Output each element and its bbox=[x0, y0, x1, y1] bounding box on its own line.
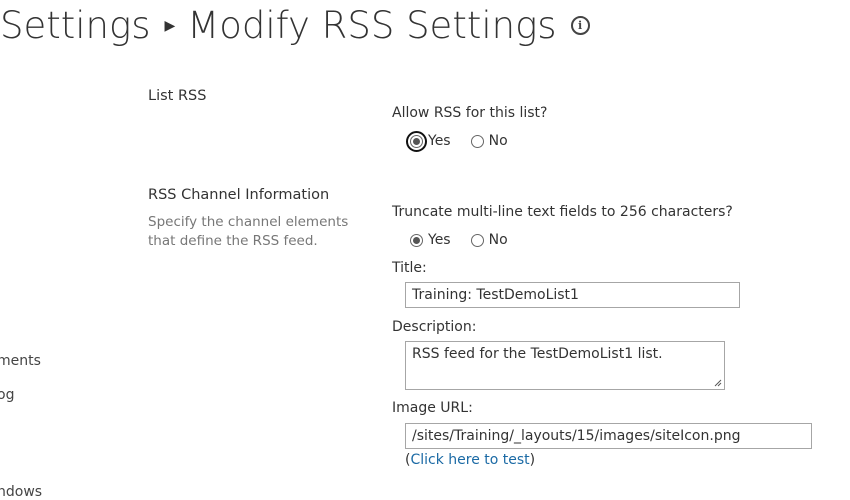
breadcrumb-parent[interactable]: Settings bbox=[0, 4, 150, 47]
truncate-no-label[interactable]: No bbox=[489, 232, 508, 248]
leftnav-item-3[interactable]: ndows bbox=[0, 484, 42, 500]
info-icon[interactable]: i bbox=[570, 16, 590, 35]
test-link-close-paren: ) bbox=[529, 452, 536, 468]
page-title: Modify RSS Settings bbox=[187, 4, 557, 47]
test-image-link[interactable]: Click here to test bbox=[410, 452, 529, 468]
description-label: Description: bbox=[392, 319, 477, 335]
allow-rss-radio-group: Yes No bbox=[406, 130, 528, 152]
test-link-line: (Click here to test) bbox=[405, 452, 535, 468]
allow-rss-no-label[interactable]: No bbox=[489, 133, 508, 149]
leftnav-item-1[interactable]: ments bbox=[0, 353, 41, 369]
truncate-yes-label[interactable]: Yes bbox=[428, 232, 451, 248]
title-input[interactable]: Training: TestDemoList1 bbox=[405, 282, 740, 308]
resize-grip-icon[interactable] bbox=[714, 379, 722, 387]
image-url-input[interactable]: /sites/Training/_layouts/15/images/siteI… bbox=[405, 423, 812, 449]
truncate-question: Truncate multi-line text fields to 256 c… bbox=[392, 204, 733, 220]
truncate-no-radio[interactable] bbox=[470, 233, 484, 247]
description-textarea[interactable]: RSS feed for the TestDemoList1 list. bbox=[405, 341, 725, 390]
truncate-yes-radio[interactable] bbox=[410, 233, 423, 247]
allow-rss-question: Allow RSS for this list? bbox=[392, 105, 548, 121]
image-url-label: Image URL: bbox=[392, 400, 473, 416]
title-label: Title: bbox=[392, 260, 427, 276]
channel-heading: RSS Channel Information bbox=[148, 187, 330, 203]
channel-description: Specify the channel elements that define… bbox=[148, 214, 349, 249]
allow-rss-yes-radio[interactable] bbox=[406, 130, 427, 152]
breadcrumb-separator-icon: ▶ bbox=[164, 17, 176, 34]
truncate-radio-group: Yes No bbox=[410, 230, 528, 250]
allow-rss-yes-label[interactable]: Yes bbox=[428, 133, 451, 149]
page-title-bar: Settings ▶ Modify RSS Settings i bbox=[0, 2, 590, 52]
description-value: RSS feed for the TestDemoList1 list. bbox=[412, 346, 663, 362]
list-rss-heading: List RSS bbox=[148, 88, 207, 104]
allow-rss-no-radio[interactable] bbox=[470, 134, 484, 148]
leftnav-item-2[interactable]: og bbox=[0, 387, 14, 403]
